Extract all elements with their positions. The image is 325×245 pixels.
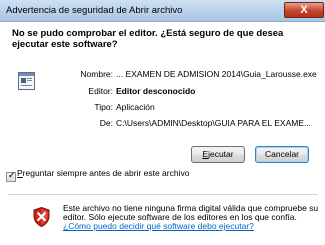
detail-label: Nombre:: [80, 69, 113, 79]
close-icon: X: [300, 4, 308, 16]
title-bar[interactable]: Advertencia de seguridad de Abrir archiv…: [0, 0, 325, 22]
security-shield-icon: [33, 207, 50, 227]
window-title: Advertencia de seguridad de Abrir archiv…: [6, 5, 183, 16]
security-warning-dialog: Advertencia de seguridad de Abrir archiv…: [0, 0, 325, 245]
cancel-button[interactable]: Cancelar: [255, 146, 309, 163]
detail-value: C:\Users\ADMIN\Desktop\GUIA PARA EL EXAM…: [116, 118, 312, 128]
detail-label: De:: [99, 118, 113, 128]
ask-always-label[interactable]: Preguntar siempre antes de abrir este ar…: [17, 169, 192, 178]
run-button[interactable]: Ejecutar: [191, 146, 245, 163]
divider: [8, 194, 318, 195]
detail-value: ... EXAMEN DE ADMISION 2014\Guia_Larouss…: [116, 69, 317, 79]
dialog-heading: No se pudo comprobar el editor. ¿Está se…: [12, 28, 284, 50]
checkmark-icon: ✓: [8, 170, 16, 180]
detail-label: Tipo:: [94, 102, 113, 112]
warning-text: Este archivo no tiene ninguna firma digi…: [63, 203, 319, 222]
close-button[interactable]: X: [284, 2, 324, 18]
detail-label: Editor:: [88, 86, 113, 96]
help-link[interactable]: ¿Cómo puedo decidir qué software debo ej…: [63, 221, 254, 231]
run-button-label: jecutar: [208, 149, 234, 159]
ask-always-checkbox[interactable]: ✓: [6, 170, 16, 182]
detail-value: Editor desconocido: [116, 86, 196, 96]
warning-message: Este archivo no tiene ninguna firma digi…: [63, 204, 321, 231]
application-file-icon: [18, 72, 35, 90]
detail-value: Aplicación: [116, 102, 155, 112]
cancel-button-label: Cancelar: [264, 149, 300, 159]
